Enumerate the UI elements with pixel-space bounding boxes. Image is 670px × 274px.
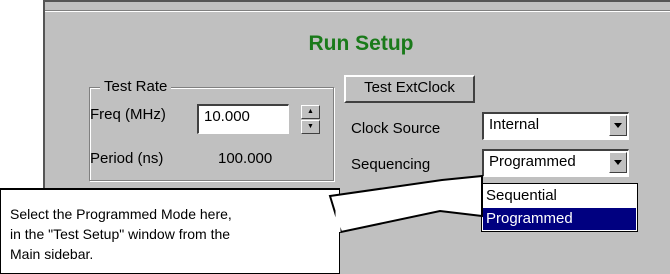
test-rate-legend: Test Rate (100, 78, 172, 95)
test-rate-group: Test Rate Freq (MHz) 10.000 ▲ ▼ Period (… (89, 78, 334, 181)
callout-line: Main sidebar. (10, 246, 94, 262)
period-value: 100.000 (218, 150, 273, 167)
panel-top-divider (45, 10, 670, 12)
period-label: Period (ns) (90, 150, 164, 167)
callout-line: Select the Programmed Mode here, (10, 206, 232, 222)
freq-spinner[interactable]: ▲ ▼ (301, 105, 320, 135)
clock-source-value: Internal (489, 116, 540, 133)
spin-down-icon[interactable]: ▼ (301, 120, 320, 134)
spin-up-icon[interactable]: ▲ (301, 105, 320, 119)
sequencing-label: Sequencing (351, 156, 431, 173)
clock-source-label: Clock Source (351, 120, 441, 137)
callout-line: in the "Test Setup" window from the (10, 226, 231, 242)
option-programmed[interactable]: Programmed (483, 208, 636, 230)
freq-label: Freq (MHz) (90, 106, 166, 123)
callout-text: Select the Programmed Mode here, in the … (10, 204, 340, 264)
chevron-down-icon[interactable] (609, 152, 627, 173)
sequencing-select[interactable]: Programmed (482, 149, 629, 177)
page-title: Run Setup (308, 32, 414, 55)
clock-source-select[interactable]: Internal (482, 112, 629, 140)
sequencing-dropdown-list: Sequential Programmed (481, 183, 638, 232)
freq-input[interactable]: 10.000 (197, 104, 289, 134)
chevron-down-icon[interactable] (609, 115, 627, 136)
sequencing-value: Programmed (489, 153, 576, 170)
freq-value: 10.000 (204, 108, 250, 125)
test-extclock-button[interactable]: Test ExtClock (344, 75, 475, 103)
option-sequential[interactable]: Sequential (483, 185, 636, 207)
